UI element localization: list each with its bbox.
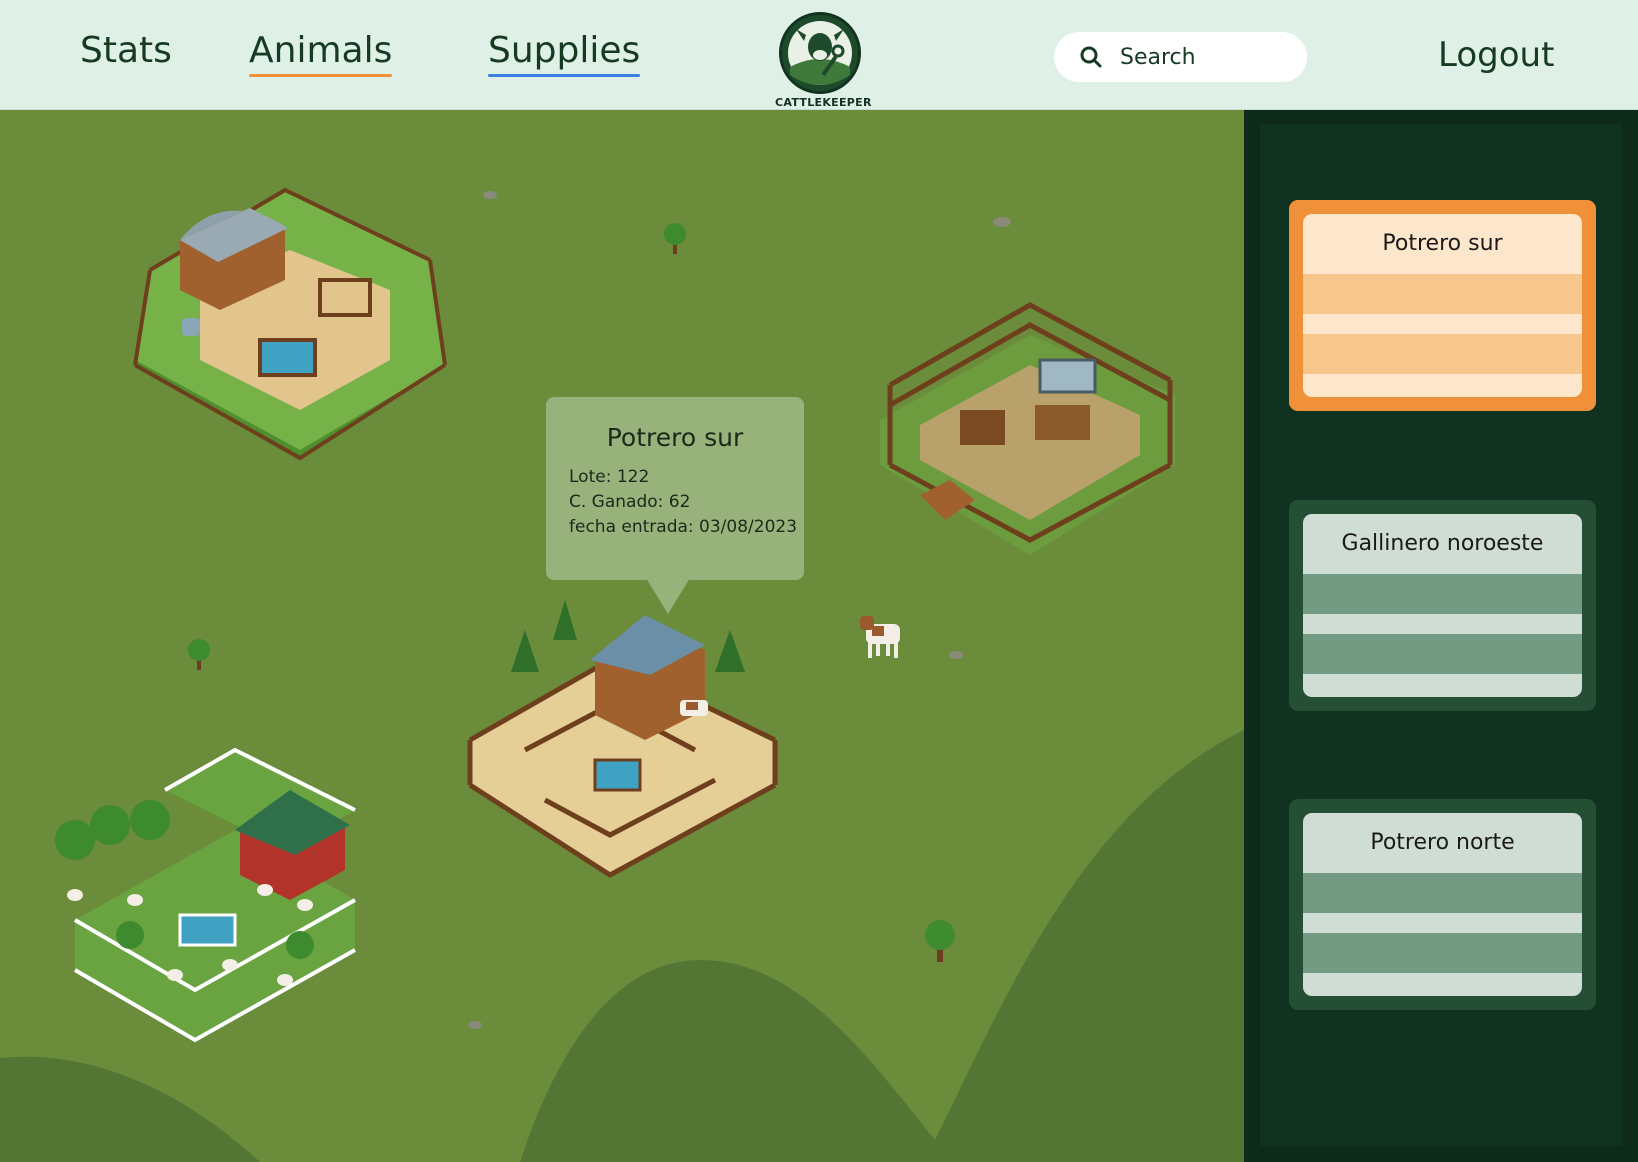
barn-corral-farm[interactable] bbox=[110, 170, 470, 470]
card-gallinero-noroeste[interactable]: Gallinero noroeste bbox=[1289, 500, 1596, 711]
top-navigation-bar: Stats Animals Supplies CATTLEKEEPER Sear… bbox=[0, 0, 1638, 110]
rock-icon bbox=[949, 651, 963, 659]
logout-label: Logout bbox=[1438, 35, 1555, 75]
card-face: Potrero sur bbox=[1303, 214, 1582, 397]
nav-stats-link[interactable]: Stats bbox=[80, 30, 172, 71]
card-potrero-sur[interactable]: Potrero sur bbox=[1289, 200, 1596, 411]
card-title: Potrero sur bbox=[1382, 231, 1503, 256]
farm-map[interactable] bbox=[0, 110, 1244, 1162]
supplies-underline bbox=[488, 74, 641, 77]
cow-icon[interactable] bbox=[858, 610, 908, 662]
farm-info-tooltip: Potrero sur Lote: 122 C. Ganado: 62 fech… bbox=[546, 397, 804, 614]
card-potrero-norte[interactable]: Potrero norte bbox=[1289, 799, 1596, 1010]
fenced-pen-farm[interactable] bbox=[880, 295, 1190, 560]
search-label: Search bbox=[1120, 45, 1196, 70]
card-face: Gallinero noroeste bbox=[1303, 514, 1582, 697]
rock-icon bbox=[483, 191, 497, 199]
nav-stats-label: Stats bbox=[80, 30, 172, 71]
sheep-farm[interactable] bbox=[55, 740, 365, 1045]
potrero-sur-farm[interactable] bbox=[465, 600, 780, 890]
nav-supplies-link[interactable]: Supplies bbox=[488, 30, 641, 77]
rock-icon bbox=[993, 217, 1011, 227]
tooltip-lote: Lote: 122 bbox=[569, 467, 650, 487]
search-icon bbox=[1080, 46, 1102, 68]
tooltip-pointer bbox=[646, 578, 690, 614]
tooltip-ganado: C. Ganado: 62 bbox=[569, 492, 691, 512]
rock-icon bbox=[468, 1021, 482, 1029]
logo-brand-text: CATTLEKEEPER bbox=[775, 96, 872, 109]
tooltip-title: Potrero sur bbox=[606, 423, 744, 452]
sidebar-inner: Potrero sur Gallinero noroeste Potrero n… bbox=[1260, 124, 1622, 1146]
nav-animals-link[interactable]: Animals bbox=[249, 30, 393, 77]
logout-link[interactable]: Logout bbox=[1438, 35, 1554, 75]
cattlekeeper-logo[interactable]: CATTLEKEEPER bbox=[775, 12, 872, 109]
sidebar-panel: Potrero sur Gallinero noroeste Potrero n… bbox=[1244, 110, 1638, 1162]
card-face: Potrero norte bbox=[1303, 813, 1582, 996]
cow-wrench-logo-icon bbox=[779, 12, 861, 94]
tooltip-fecha: fecha entrada: 03/08/2023 bbox=[569, 517, 798, 537]
tree-icon bbox=[925, 920, 955, 962]
search-box[interactable]: Search bbox=[1054, 32, 1307, 82]
card-title: Potrero norte bbox=[1370, 830, 1515, 855]
tree-icon bbox=[188, 639, 210, 670]
nav-animals-label: Animals bbox=[249, 30, 393, 71]
tree-icon bbox=[664, 223, 686, 254]
card-title: Gallinero noroeste bbox=[1341, 531, 1544, 556]
nav-supplies-label: Supplies bbox=[488, 30, 641, 71]
animals-underline bbox=[249, 74, 393, 77]
